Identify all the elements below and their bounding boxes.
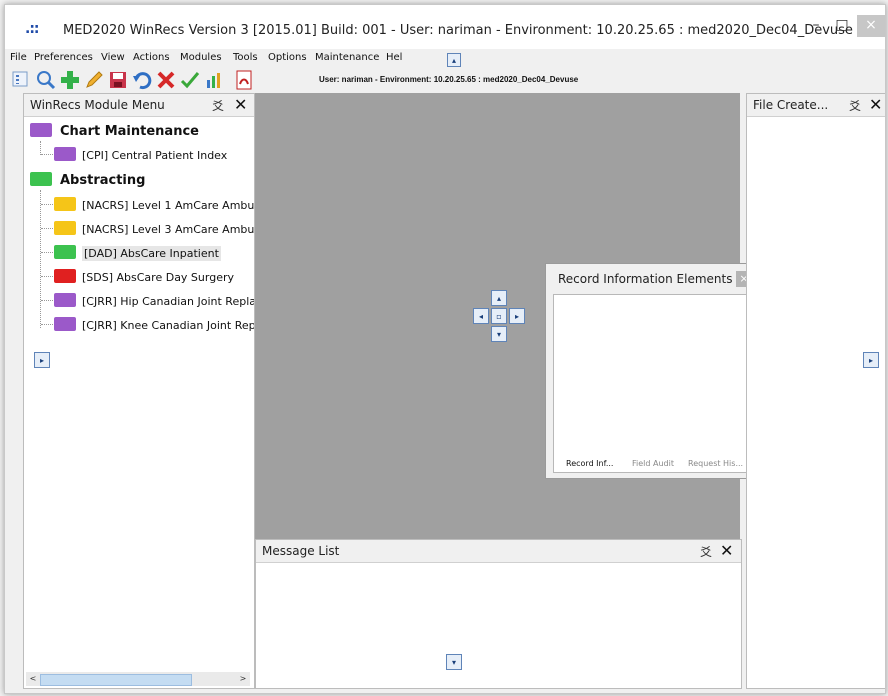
tree-connector [41,228,53,229]
tree-item-label: [CJRR] Knee Canadian Joint Replacement [82,319,254,332]
tree-item-label: [DAD] AbsCare Inpatient [82,246,221,261]
module-menu-header: WinRecs Module Menu ⽘ ✕ [24,94,254,117]
tree-item-label: [CJRR] Hip Canadian Joint Replacement [82,295,254,308]
tree-item-nacrs-level1[interactable]: [NACRS] Level 1 AmCare Ambulatory [54,197,254,215]
tree-item-cjrr-hip[interactable]: [CJRR] Hip Canadian Joint Replacement [54,293,254,311]
dock-top-indicator-icon[interactable]: ▴ [447,53,461,67]
tree-item-cpi[interactable]: [CPI] Central Patient Index [54,147,254,165]
edit-icon[interactable] [83,70,105,90]
menu-modules[interactable]: Modules [180,52,222,63]
tree-item-label: [CPI] Central Patient Index [82,149,228,162]
tree-item-label: [SDS] AbsCare Day Surgery [82,271,235,284]
window-title: MED2020 WinRecs Version 3 [2015.01] Buil… [63,23,853,38]
dock-down-icon[interactable]: ▾ [491,326,507,342]
module-menu-panel: WinRecs Module Menu ⽘ ✕ Chart Maintenanc… [23,93,255,689]
module-menu-title: WinRecs Module Menu [30,98,165,112]
save-icon[interactable] [107,70,129,90]
close-panel-icon[interactable]: ✕ [869,95,882,114]
tree-connector [41,154,53,155]
tree-item-label: [NACRS] Level 3 AmCare Ambulatory [82,223,254,236]
record-info-tabs: Record Inf... Field Audit Request His... [553,456,753,473]
file-create-panel: File Create... ⽘ ✕ ▸ [746,93,885,689]
menu-bar: File Preferences View Actions Modules To… [5,49,885,67]
list-icon[interactable] [9,70,31,90]
tree-item-sds[interactable]: [SDS] AbsCare Day Surgery [54,269,254,287]
menu-help[interactable]: Hel [386,52,402,63]
tree-item-dad[interactable]: [DAD] AbsCare Inpatient [54,245,254,263]
scroll-right-icon[interactable]: > [237,673,249,685]
tree-category-abstracting[interactable]: Abstracting [30,172,145,190]
message-list-panel: Message List ⽘ ✕ ▾ [255,539,742,689]
folder-icon [30,123,52,137]
tree-category-chart-maintenance[interactable]: Chart Maintenance [30,123,199,141]
check-icon[interactable] [179,70,201,90]
dock-up-icon[interactable]: ▴ [491,290,507,306]
dock-center-icon[interactable]: ▫ [491,308,507,324]
dock-left-icon[interactable]: ◂ [473,308,489,324]
tree-connector [40,190,41,328]
category-label: Abstracting [60,173,146,188]
menu-tools[interactable]: Tools [233,52,258,63]
tab-request-history[interactable]: Request His... [688,459,743,468]
file-create-title: File Create... [753,98,829,112]
pin-icon[interactable]: ⽘ [849,97,861,114]
delete-icon[interactable] [155,70,177,90]
undo-icon[interactable] [131,70,153,90]
maximize-button[interactable]: □ [827,15,857,37]
tree-connector [41,252,53,253]
record-info-content [553,294,753,458]
tree-connector [41,276,53,277]
tree-connector [41,204,53,205]
tab-field-audit[interactable]: Field Audit [632,459,674,468]
folder-icon [30,172,52,186]
file-create-header: File Create... ⽘ ✕ [747,94,885,117]
folder-icon [54,197,76,211]
toolbar: User: nariman - Environment: 10.20.25.65… [5,67,885,93]
app-logo-icon: .:: [25,21,39,37]
tree-connector [41,300,53,301]
pin-icon[interactable]: ⽘ [700,543,712,560]
menu-actions[interactable]: Actions [133,52,170,63]
close-panel-icon[interactable]: ✕ [720,541,733,560]
folder-icon [54,317,76,331]
dock-down-indicator-icon[interactable]: ▾ [446,654,462,670]
tree-item-label: [NACRS] Level 1 AmCare Ambulatory [82,199,254,212]
title-bar: .:: MED2020 WinRecs Version 3 [2015.01] … [5,5,885,49]
chart-icon[interactable] [203,70,225,90]
dock-right-icon[interactable]: ▸ [509,308,525,324]
dock-right-indicator-icon[interactable]: ▸ [34,352,50,368]
search-icon[interactable] [35,70,57,90]
scroll-left-icon[interactable]: < [27,673,39,685]
tree-connector [41,324,53,325]
message-list-title: Message List [262,544,340,558]
add-icon[interactable] [59,70,81,90]
menu-options[interactable]: Options [268,52,307,63]
tree-connector [40,141,41,155]
folder-icon [54,221,76,235]
message-list-header: Message List ⽘ ✕ [256,540,741,563]
folder-icon [54,245,76,259]
folder-icon [54,293,76,307]
menu-file[interactable]: File [10,52,27,63]
folder-icon [54,147,76,161]
pdf-icon[interactable] [233,70,255,90]
folder-icon [54,269,76,283]
toolbar-status-text: User: nariman - Environment: 10.20.25.65… [319,75,579,84]
record-info-panel[interactable]: Record Information Elements × Record Inf… [545,263,759,479]
horizontal-scrollbar[interactable]: < > [26,672,250,686]
close-panel-icon[interactable]: ✕ [234,95,247,114]
category-label: Chart Maintenance [60,124,199,139]
scrollbar-thumb[interactable] [40,674,192,686]
menu-view[interactable]: View [101,52,125,63]
tab-record-info[interactable]: Record Inf... [566,459,613,468]
record-info-title: Record Information Elements [558,272,733,286]
tree-item-nacrs-level3[interactable]: [NACRS] Level 3 AmCare Ambulatory [54,221,254,239]
tree-item-cjrr-knee[interactable]: [CJRR] Knee Canadian Joint Replacement [54,317,254,335]
menu-preferences[interactable]: Preferences [34,52,93,63]
close-window-button[interactable]: × [857,15,885,37]
dock-left-indicator-icon[interactable]: ▸ [863,352,879,368]
pin-icon[interactable]: ⽘ [212,97,224,114]
app-window: .:: MED2020 WinRecs Version 3 [2015.01] … [4,4,886,694]
menu-maintenance[interactable]: Maintenance [315,52,379,63]
